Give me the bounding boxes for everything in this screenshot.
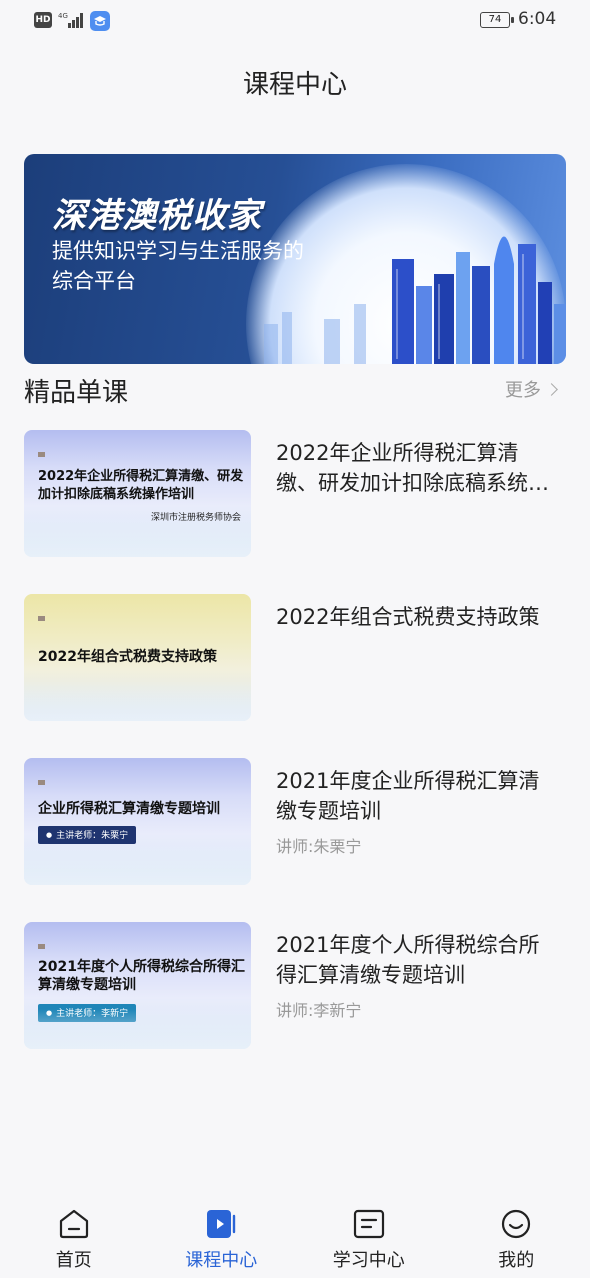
page-title: 课程中心 xyxy=(242,70,347,100)
nav-label-home: 首页 xyxy=(55,1250,92,1271)
thumbnail-logo-mark xyxy=(38,780,45,785)
course-title: 2022年组合式税费支持政策 xyxy=(276,605,540,629)
course-thumbnail: 2022年组合式税费支持政策 xyxy=(24,594,251,721)
nav-label-course: 课程中心 xyxy=(185,1250,258,1271)
course-item[interactable]: 2022年企业所得税汇算清缴、研发加计扣除底稿系统操作培训 深圳市注册税务师协会… xyxy=(24,430,566,558)
thumbnail-title: 2021年度个人所得税综合所得汇算清缴专题培训 xyxy=(38,959,245,993)
thumbnail-logo-mark xyxy=(38,452,45,457)
course-title: 2022年企业所得税汇算清缴、研发加计扣除底稿系统操作培训 xyxy=(276,441,549,495)
more-link[interactable]: 更多 xyxy=(505,376,558,402)
course-thumbnail: 2022年企业所得税汇算清缴、研发加计扣除底稿系统操作培训 深圳市注册税务师协会 xyxy=(24,430,251,557)
course-item[interactable]: 2022年组合式税费支持政策 2022年组合式税费支持政策 xyxy=(24,594,566,722)
course-teacher: 讲师:李新宁 xyxy=(276,1001,362,1020)
thumbnail-logo-mark xyxy=(38,616,45,621)
nav-label-profile: 我的 xyxy=(498,1250,535,1271)
thumbnail-title: 企业所得税汇算清缴专题培训 xyxy=(38,801,220,817)
course-item[interactable]: 企业所得税汇算清缴专题培训 主讲老师：朱栗宁 2021年度企业所得税汇算清缴专题… xyxy=(24,758,566,886)
banner-subtitle-line1: 提供知识学习与生活服务的 xyxy=(52,239,304,263)
home-icon xyxy=(59,1209,88,1239)
status-bar: HD 4G 74 6:04 xyxy=(0,0,590,42)
bottom-nav: 首页 课程中心 学习中心 我的 xyxy=(0,1196,590,1278)
nav-item-profile[interactable]: 我的 xyxy=(443,1196,590,1278)
signal-icon: 4G xyxy=(58,12,83,28)
course-title: 2021年度企业所得税汇算清缴专题培训 xyxy=(276,769,540,823)
course-item[interactable]: 2021年度个人所得税综合所得汇算清缴专题培训 主讲老师：李新宁 2021年度个… xyxy=(24,922,566,1050)
thumbnail-title: 2022年组合式税费支持政策 xyxy=(38,649,217,665)
nav-label-study: 学习中心 xyxy=(332,1250,405,1271)
svg-text:4G: 4G xyxy=(58,12,68,20)
promo-banner[interactable]: 深港澳税收家 提供知识学习与生活服务的 综合平台 xyxy=(24,154,566,364)
nav-item-course[interactable]: 课程中心 xyxy=(148,1196,296,1278)
course-thumbnail: 企业所得税汇算清缴专题培训 主讲老师：朱栗宁 xyxy=(24,758,251,885)
section-title: 精品单课 xyxy=(24,378,129,408)
more-label: 更多 xyxy=(505,380,541,401)
banner-subtitle-line2: 综合平台 xyxy=(52,269,136,293)
course-teacher: 讲师:朱栗宁 xyxy=(276,837,362,856)
hd-icon: HD xyxy=(34,12,52,28)
battery-icon: 74 xyxy=(480,12,514,28)
banner-subtitle: 提供知识学习与生活服务的 综合平台 xyxy=(52,236,304,296)
study-icon xyxy=(353,1209,384,1239)
app-notification-icon xyxy=(90,11,110,31)
banner-title: 深港澳税收家 xyxy=(52,196,262,236)
thumbnail-logo-mark xyxy=(38,944,45,949)
nav-item-home[interactable]: 首页 xyxy=(0,1196,148,1278)
chevron-right-icon xyxy=(545,382,558,396)
nav-item-study[interactable]: 学习中心 xyxy=(295,1196,443,1278)
profile-icon xyxy=(502,1209,531,1239)
thumbnail-title: 2022年企业所得税汇算清缴、研发加计扣除底稿系统操作培训 xyxy=(38,469,244,502)
course-icon xyxy=(207,1210,236,1238)
thumbnail-teacher-tag: 主讲老师：朱栗宁 xyxy=(38,826,137,844)
course-thumbnail: 2021年度个人所得税综合所得汇算清缴专题培训 主讲老师：李新宁 xyxy=(24,922,251,1049)
status-time: 6:04 xyxy=(518,9,557,29)
course-title: 2021年度个人所得税综合所得汇算清缴专题培训 xyxy=(276,933,540,987)
